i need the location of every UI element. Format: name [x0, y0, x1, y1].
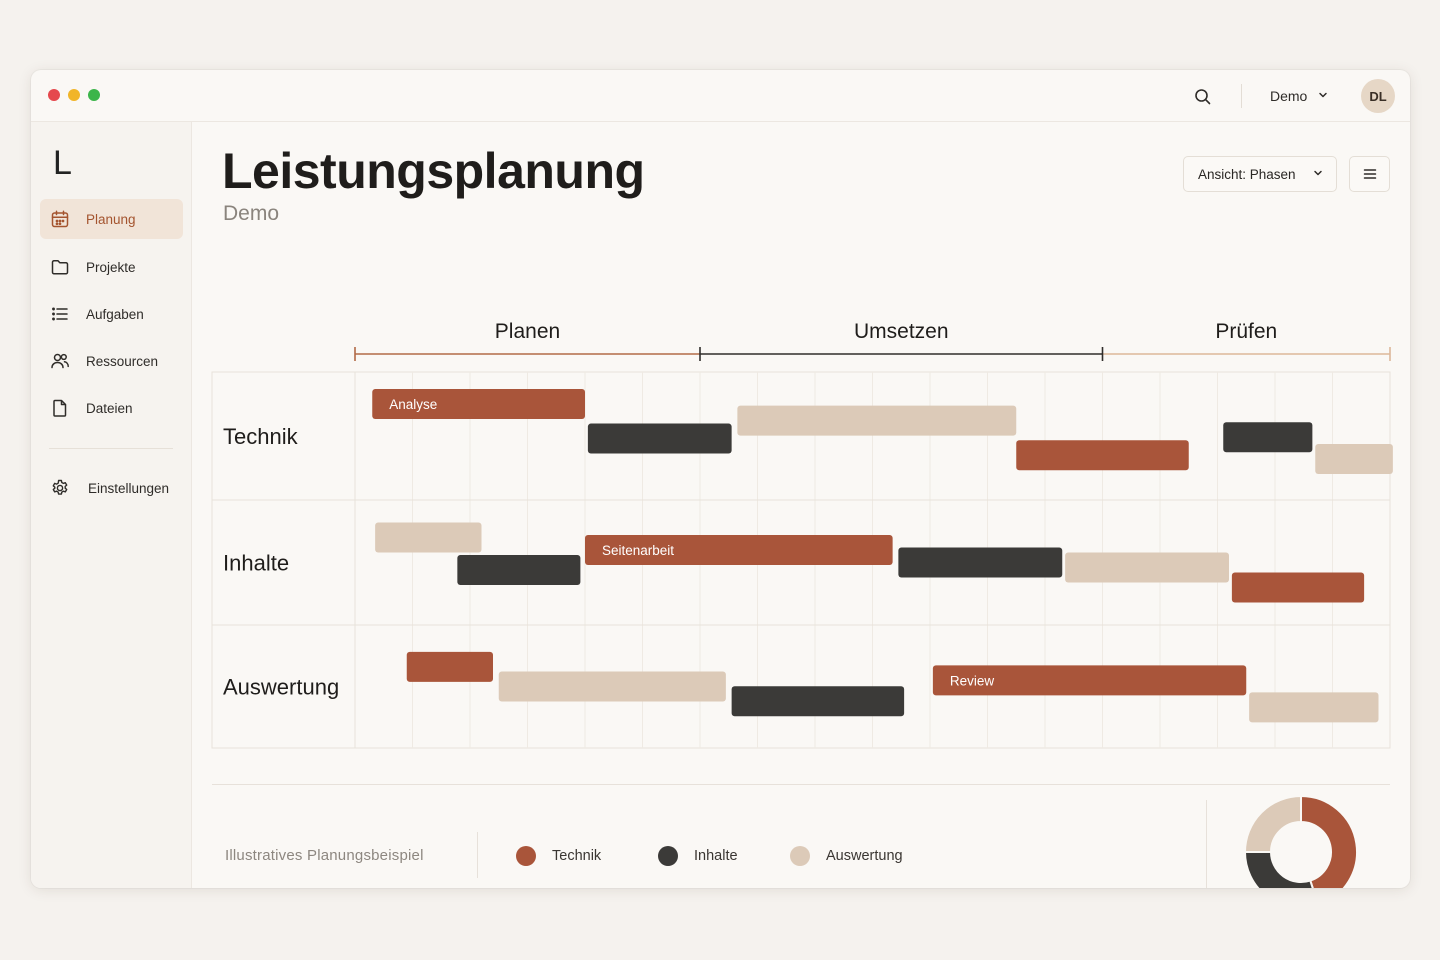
- row-label: Auswertung: [223, 675, 339, 700]
- calendar-icon: [51, 210, 69, 228]
- avatar[interactable]: DL: [1361, 79, 1395, 113]
- list-icon: [52, 307, 68, 321]
- footer-note: Illustratives Planungsbeispiel: [225, 847, 424, 864]
- legend-item-auswertung: Auswertung: [790, 846, 903, 866]
- sidebar-item-projekte[interactable]: Projekte: [40, 247, 183, 287]
- sidebar-item-dateien[interactable]: Dateien: [40, 388, 183, 428]
- legend-swatch: [790, 846, 810, 866]
- maximize-window-button[interactable]: [88, 89, 100, 101]
- minimize-window-button[interactable]: [68, 89, 80, 101]
- bar-label: Review: [950, 673, 995, 688]
- footer-divider: [212, 784, 1390, 785]
- gantt-bar-auswertung: [375, 522, 482, 553]
- donut-chart: [1243, 794, 1358, 888]
- sidebar-item-label: Aufgaben: [86, 306, 144, 322]
- legend-item-technik: Technik: [516, 846, 601, 866]
- legend-swatch: [516, 846, 536, 866]
- search-icon[interactable]: [1193, 87, 1213, 107]
- legend-label: Technik: [552, 848, 602, 864]
- sidebar-item-label: Planung: [86, 211, 136, 227]
- file-icon: [53, 399, 67, 417]
- legend-label: Inhalte: [694, 848, 738, 864]
- gantt-bar-auswertung: [1065, 552, 1229, 583]
- gantt-bar-inhalte: [587, 423, 732, 454]
- donut-slice-inhalte: [1243, 851, 1314, 888]
- gear-icon: [52, 479, 68, 495]
- sidebar-item-label: Ressourcen: [86, 353, 159, 369]
- footer-separator: [1206, 800, 1207, 888]
- footer-separator: [477, 832, 478, 878]
- gantt-bar-inhalte: [898, 547, 1063, 578]
- donut-slice-technik: [1300, 794, 1358, 888]
- row-label: Inhalte: [223, 551, 289, 576]
- gantt-bar-inhalte: [457, 555, 581, 585]
- sidebar-item-label: Einstellungen: [88, 480, 170, 496]
- sidebar-item-ressourcen[interactable]: Ressourcen: [40, 341, 183, 381]
- app-window: Demo DL L Planung Projekte Aufgaben Ress…: [31, 70, 1410, 888]
- sidebar-item-label: Dateien: [86, 400, 133, 416]
- sidebar-item-label: Projekte: [86, 259, 136, 275]
- phase-label: Prüfen: [1215, 320, 1277, 343]
- phase-label: Planen: [495, 320, 560, 343]
- legend-label: Auswertung: [826, 848, 903, 864]
- gantt-bar-auswertung: [1249, 692, 1379, 723]
- folder-icon: [51, 259, 69, 275]
- chevron-down-icon: [1317, 88, 1329, 104]
- row-label: Technik: [223, 424, 299, 449]
- legend-swatch: [658, 846, 678, 866]
- toolbar-divider: [1241, 84, 1242, 108]
- sidebar-item-aufgaben[interactable]: Aufgaben: [40, 294, 183, 334]
- sidebar-item-planung[interactable]: Planung: [40, 199, 183, 239]
- gantt-bar-inhalte: [731, 686, 905, 717]
- gantt-bar-technik: [406, 651, 493, 682]
- gantt-chart: Planen Umsetzen Prüfen Technik Analyse Inhalt…: [211, 320, 1393, 749]
- users-icon: [51, 353, 69, 369]
- gantt-bar-auswertung: [737, 405, 1017, 436]
- close-window-button[interactable]: [48, 89, 60, 101]
- main-content: Leistungsplanung Demo Ansicht: Phasen Pl…: [192, 122, 1410, 888]
- title-bar: Demo DL: [31, 70, 1410, 122]
- user-menu[interactable]: Demo: [1270, 84, 1329, 108]
- bar-label: Seitenarbeit: [602, 543, 674, 558]
- app-logo: L: [53, 144, 72, 182]
- gantt-bar-technik: [1231, 572, 1365, 603]
- legend-item-inhalte: Inhalte: [658, 846, 738, 866]
- donut-slice-auswertung: [1243, 794, 1302, 853]
- gantt-bar-inhalte: [1223, 422, 1313, 453]
- gantt-bar-technik: [1016, 440, 1189, 471]
- bar-label: Analyse: [389, 397, 437, 412]
- sidebar-divider: [49, 448, 173, 449]
- user-name: Demo: [1270, 88, 1308, 104]
- sidebar-item-einstellungen[interactable]: Einstellungen: [40, 468, 183, 508]
- gantt-bar-auswertung: [498, 671, 726, 702]
- gantt-bar-auswertung: [1315, 444, 1393, 475]
- phase-label: Umsetzen: [854, 320, 949, 343]
- sidebar: L Planung Projekte Aufgaben Ressourcen D…: [31, 122, 192, 888]
